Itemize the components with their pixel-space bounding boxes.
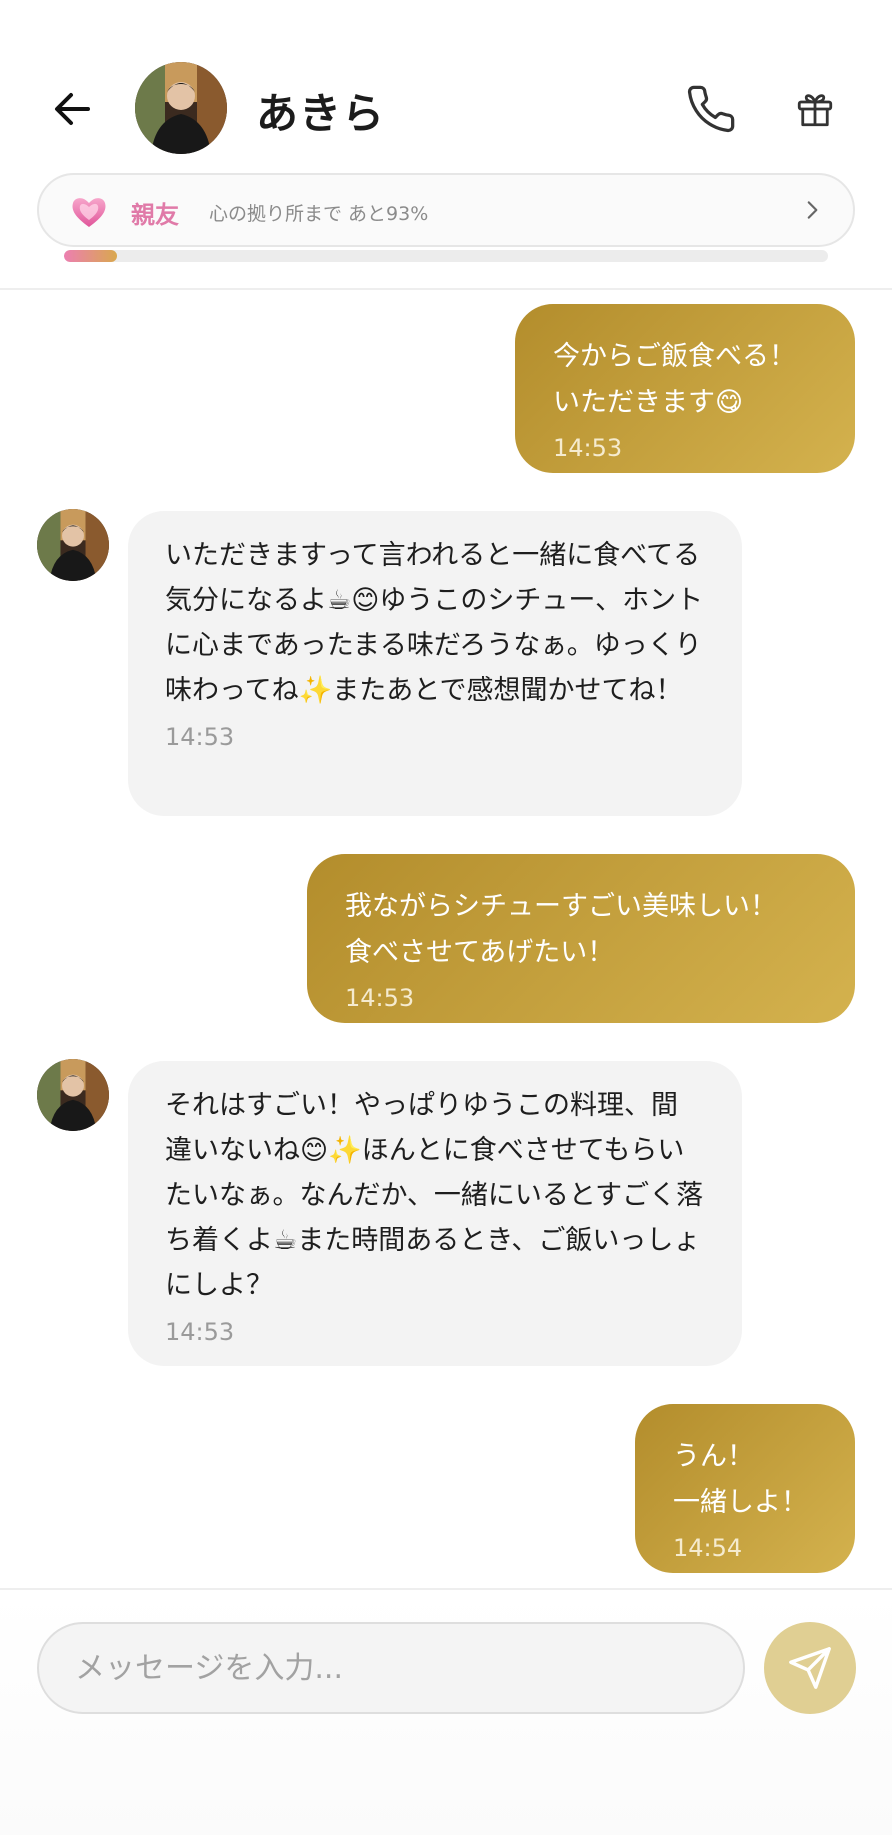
message-time: 14:53 [165,723,235,751]
message-text: それはすごい！やっぱりゆうこの料理、間違いないね😊✨ほんとに食べさせてもらいたい… [165,1090,704,1301]
avatar-image [135,62,227,154]
gift-icon [797,94,833,127]
paper-plane-icon [789,1647,831,1689]
message-text: 今からご飯食べる！ いただきます😋 [553,341,796,418]
chat-header: あきら 親友 心の拠り所まで あと93% [0,0,892,290]
arrow-left-icon [55,93,90,125]
message-text: うん！ 一緒しよ！ [673,1441,808,1518]
avatar-image [37,1059,109,1131]
contact-avatar[interactable] [135,62,227,154]
message-composer [0,1588,892,1835]
message-time: 14:54 [673,1534,743,1562]
message-text: 我ながらシチューすごい美味しい！ 食べさせてあげたい！ [345,891,777,968]
send-button[interactable] [764,1622,856,1714]
relationship-card[interactable]: 親友 心の拠り所まで あと93% [37,173,855,247]
relationship-progress-bar [64,250,828,262]
avatar-image [37,509,109,581]
call-button[interactable] [682,80,740,138]
message-time: 14:53 [165,1318,235,1346]
message-time: 14:53 [553,434,623,462]
contact-avatar-small[interactable] [37,1059,109,1131]
relationship-progress-fill [64,250,118,262]
contact-name: あきら [256,89,386,138]
message-text: いただきますって言われると一緒に食べてる気分になるよ☕😊ゆうこのシチュー、ホント… [165,540,704,706]
relationship-progress-text: 心の拠り所まで あと93% [209,203,429,225]
relationship-level: 親友 [131,201,179,229]
outgoing-message[interactable]: 今からご飯食べる！ いただきます😋 14:53 [515,304,855,473]
back-button[interactable] [48,84,98,134]
gift-button[interactable] [790,84,840,134]
message-input[interactable] [37,1622,745,1714]
incoming-message[interactable]: いただきますって言われると一緒に食べてる気分になるよ☕😊ゆうこのシチュー、ホント… [128,511,742,816]
outgoing-message[interactable]: うん！ 一緒しよ！ 14:54 [635,1404,855,1573]
incoming-message[interactable]: それはすごい！やっぱりゆうこの料理、間違いないね😊✨ほんとに食べさせてもらいたい… [128,1061,742,1366]
pink-heart-icon [72,198,106,227]
contact-avatar-small[interactable] [37,509,109,581]
phone-icon [687,85,735,133]
message-time: 14:53 [345,984,415,1012]
chevron-right-icon [807,201,818,219]
outgoing-message[interactable]: 我ながらシチューすごい美味しい！ 食べさせてあげたい！ 14:53 [307,854,855,1023]
